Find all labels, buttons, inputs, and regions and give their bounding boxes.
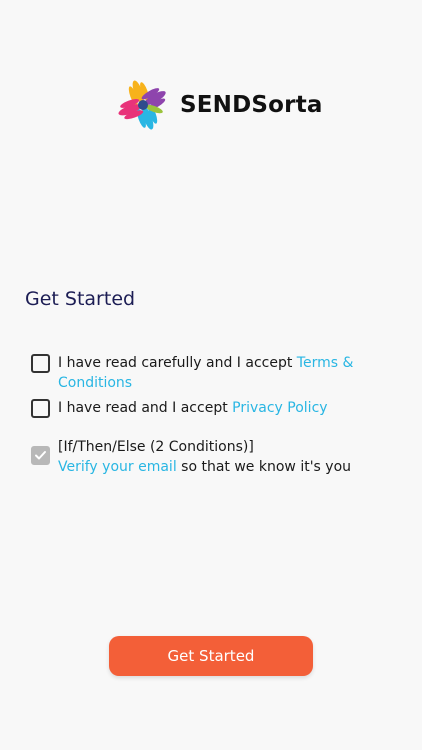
app-logo: SENDSorta bbox=[116, 78, 323, 132]
verify-label: [If/Then/Else (2 Conditions)] Verify you… bbox=[58, 437, 351, 477]
verify-label-suffix: so that we know it's you bbox=[176, 459, 352, 475]
terms-checkbox[interactable] bbox=[31, 354, 50, 373]
page-title: Get Started bbox=[25, 288, 136, 310]
terms-label-text: I have read carefully and I accept bbox=[58, 355, 297, 371]
privacy-label-text: I have read and I accept bbox=[58, 400, 233, 416]
condition-label: [If/Then/Else (2 Conditions)] bbox=[58, 439, 254, 455]
verify-checkbox-row[interactable]: [If/Then/Else (2 Conditions)] Verify you… bbox=[31, 437, 351, 477]
hands-logo-icon bbox=[118, 80, 166, 130]
privacy-label: I have read and I accept Privacy Policy bbox=[58, 398, 328, 418]
privacy-link[interactable]: Privacy Policy bbox=[232, 400, 327, 416]
brand-name: SENDSorta bbox=[180, 92, 323, 118]
privacy-checkbox[interactable] bbox=[31, 399, 50, 418]
get-started-button[interactable]: Get Started bbox=[109, 636, 313, 676]
terms-label: I have read carefully and I accept Terms… bbox=[58, 353, 422, 393]
verify-checkbox[interactable] bbox=[31, 446, 50, 465]
terms-checkbox-row[interactable]: I have read carefully and I accept Terms… bbox=[31, 353, 422, 393]
verify-email-link[interactable]: Verify your email bbox=[58, 459, 177, 475]
privacy-checkbox-row[interactable]: I have read and I accept Privacy Policy bbox=[31, 398, 328, 418]
checkmark-icon bbox=[35, 451, 46, 460]
